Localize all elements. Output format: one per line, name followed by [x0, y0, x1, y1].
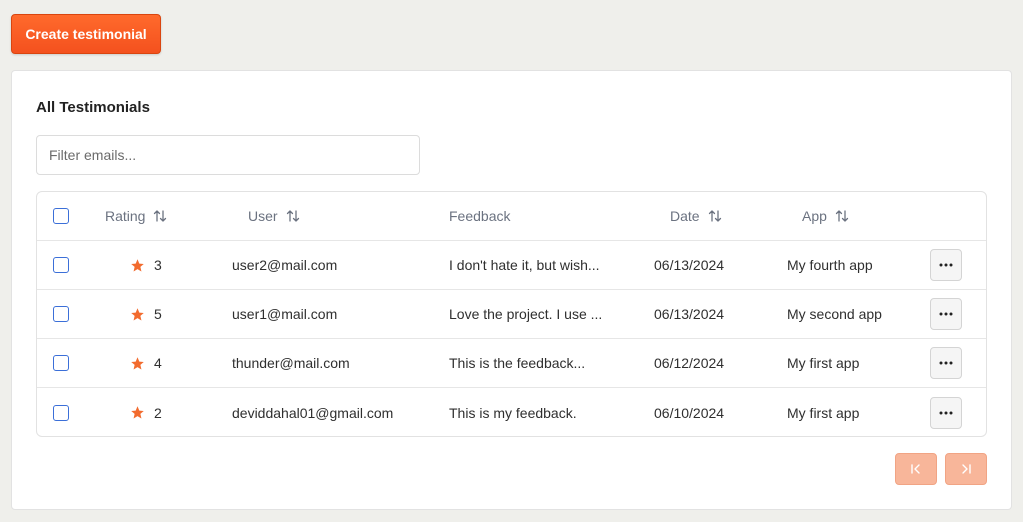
user-cell: user2@mail.com: [232, 257, 338, 273]
user-cell: thunder@mail.com: [232, 355, 350, 371]
first-page-icon: [911, 464, 920, 474]
rating-value: 2: [154, 404, 162, 421]
star-icon: [130, 258, 145, 273]
star-icon: [130, 307, 145, 322]
first-page-button[interactable]: [895, 453, 937, 485]
header-feedback: Feedback: [449, 192, 510, 240]
star-icon: [130, 356, 145, 371]
more-horizontal-icon: [939, 263, 953, 267]
row-select-cell: [53, 241, 69, 289]
user-cell: deviddahal01@gmail.com: [232, 404, 394, 421]
row-actions-button[interactable]: [930, 347, 962, 379]
testimonials-table: Rating User Feedback Date App 3 user2@ma…: [36, 191, 987, 437]
table-row: 5 user1@mail.com Love the project. I use…: [37, 290, 986, 339]
rating-value: 5: [154, 306, 162, 322]
table-row: 3 user2@mail.com I don't hate it, but wi…: [37, 241, 986, 290]
row-checkbox[interactable]: [53, 306, 69, 322]
header-date[interactable]: Date: [670, 192, 722, 240]
table-header-row: Rating User Feedback Date App: [37, 192, 986, 241]
header-app[interactable]: App: [802, 192, 849, 240]
sort-arrows-icon[interactable]: [153, 209, 167, 223]
actions-cell: [930, 241, 962, 289]
actions-cell: [930, 388, 962, 436]
date-cell: 06/13/2024: [654, 306, 725, 322]
actions-cell: [930, 339, 962, 387]
header-rating-label: Rating: [105, 208, 146, 224]
testimonials-card: All Testimonials Rating User Feedback: [11, 70, 1012, 510]
rating-cell: 2: [130, 388, 162, 436]
last-page-button[interactable]: [945, 453, 987, 485]
sort-arrows-icon[interactable]: [708, 209, 722, 223]
more-horizontal-icon: [939, 312, 953, 316]
more-horizontal-icon: [939, 361, 953, 365]
row-select-cell: [53, 290, 69, 338]
sort-arrows-icon[interactable]: [286, 209, 300, 223]
filter-emails-input[interactable]: [36, 135, 420, 175]
more-horizontal-icon: [939, 411, 953, 414]
select-all-checkbox[interactable]: [53, 208, 69, 224]
row-checkbox[interactable]: [53, 355, 69, 371]
app-cell: My first app: [787, 404, 860, 421]
feedback-cell: This is the feedback...: [449, 355, 586, 371]
header-user[interactable]: User: [248, 192, 300, 240]
header-feedback-label: Feedback: [449, 208, 511, 224]
feedback-cell: Love the project. I use ...: [449, 306, 603, 322]
row-select-cell: [53, 339, 69, 387]
header-date-label: Date: [670, 208, 700, 224]
rating-cell: 4: [130, 339, 162, 387]
date-cell: 06/12/2024: [654, 355, 725, 371]
date-cell: 06/10/2024: [654, 404, 725, 421]
create-testimonial-button[interactable]: Create testimonial: [11, 14, 161, 54]
row-actions-button[interactable]: [930, 396, 962, 429]
row-select-cell: [53, 388, 69, 436]
rating-cell: 5: [130, 290, 162, 338]
row-actions-button[interactable]: [930, 298, 962, 330]
star-icon: [130, 405, 145, 420]
rating-value: 3: [154, 257, 162, 273]
user-cell: user1@mail.com: [232, 306, 338, 322]
last-page-icon: [962, 464, 971, 474]
feedback-cell: I don't hate it, but wish...: [449, 257, 600, 273]
feedback-cell: This is my feedback.: [449, 404, 577, 421]
table-row: 4 thunder@mail.com This is the feedback.…: [37, 339, 986, 388]
card-title: All Testimonials: [36, 99, 150, 116]
row-actions-button[interactable]: [930, 249, 962, 281]
app-cell: My first app: [787, 355, 860, 371]
sort-arrows-icon[interactable]: [835, 209, 849, 223]
header-app-label: App: [802, 208, 827, 224]
app-cell: My fourth app: [787, 257, 873, 273]
select-all-cell: [53, 192, 69, 240]
rating-value: 4: [154, 355, 162, 371]
app-cell: My second app: [787, 306, 882, 322]
rating-cell: 3: [130, 241, 162, 289]
header-user-label: User: [248, 208, 278, 224]
row-checkbox[interactable]: [53, 404, 69, 421]
date-cell: 06/13/2024: [654, 257, 725, 273]
row-checkbox[interactable]: [53, 257, 69, 273]
header-rating[interactable]: Rating: [105, 192, 167, 240]
actions-cell: [930, 290, 962, 338]
table-row: 2 deviddahal01@gmail.com This is my feed…: [37, 388, 986, 436]
